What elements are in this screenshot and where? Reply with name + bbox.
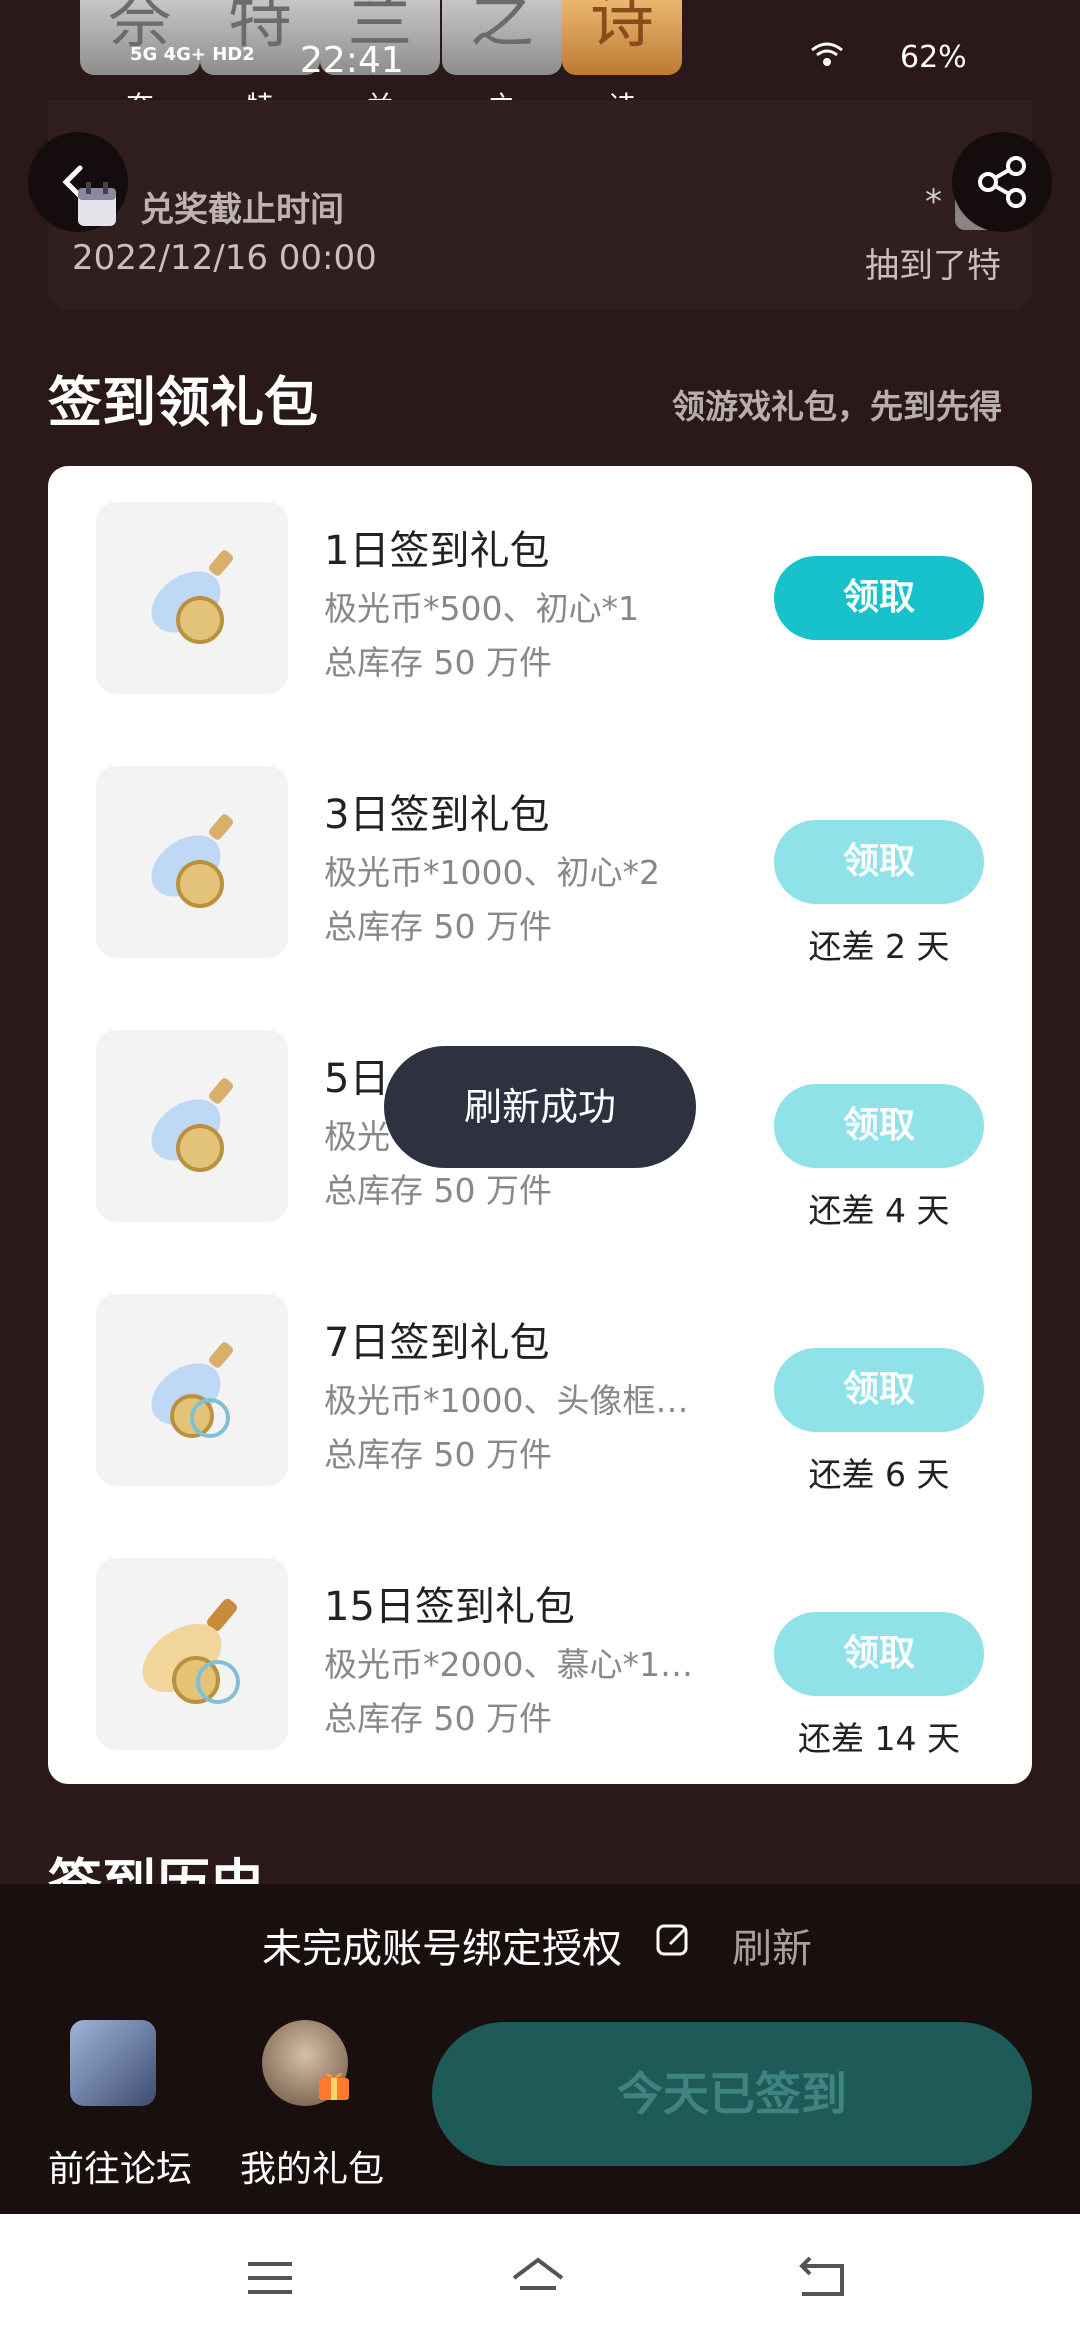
- gift-desc: 极光币*1000、头像框…: [324, 1381, 689, 1420]
- potion-coin-icon: [151, 814, 234, 908]
- claim-button[interactable]: 领取: [774, 1348, 984, 1432]
- potion-gold-icon: [142, 1598, 240, 1704]
- status-time: 22:41: [300, 40, 404, 81]
- prize-status-text: 抽到了特: [865, 246, 1001, 286]
- forum-avatar: [70, 2020, 156, 2106]
- gift-desc: 极光币*2000、慕心*1…: [324, 1645, 693, 1684]
- refresh-link[interactable]: 刷新: [732, 1916, 812, 1974]
- gift-name: 1日签到礼包: [324, 528, 550, 574]
- gift-thumbnail: [96, 1030, 288, 1222]
- home-icon[interactable]: [508, 2254, 568, 2304]
- gift-stock: 总库存 50 万件: [324, 1171, 552, 1210]
- potion-ring-icon: [151, 1342, 234, 1438]
- gift-stock: 总库存 50 万件: [324, 1699, 552, 1738]
- gift-item-4: 7日签到礼包 极光币*1000、头像框… 总库存 50 万件 领取 还差 6 天: [48, 1258, 1032, 1508]
- menu-icon[interactable]: [240, 2254, 300, 2304]
- share-icon: [978, 156, 1026, 208]
- claim-button[interactable]: 领取: [774, 1612, 984, 1696]
- gift-desc: 极光币*500、初心*1: [324, 589, 639, 628]
- gift-name: 15日签到礼包: [324, 1584, 575, 1630]
- back-nav-icon[interactable]: [792, 2254, 852, 2304]
- days-remaining: 还差 4 天: [808, 1191, 950, 1230]
- forum-label: 前往论坛: [47, 2149, 192, 2190]
- deadline-label: 兑奖截止时间: [140, 190, 344, 230]
- deadline-date: 2022/12/16 00:00: [72, 238, 377, 278]
- gift-stock: 总库存 50 万件: [324, 643, 552, 682]
- gift-thumbnail: [96, 1294, 288, 1486]
- system-navigation-bar: [0, 2214, 1080, 2340]
- prize-star: *: [925, 182, 942, 222]
- claim-button[interactable]: 领取: [774, 820, 984, 904]
- section-subtitle: 领游戏礼包，先到先得: [672, 387, 1002, 426]
- calendar-icon: [74, 180, 122, 230]
- forum-button[interactable]: 前往论坛: [40, 2020, 200, 2190]
- my-gifts-label: 我的礼包: [239, 2149, 384, 2190]
- claim-button[interactable]: 领取: [774, 556, 984, 640]
- share-button[interactable]: [952, 132, 1052, 232]
- gift-item-2: 3日签到礼包 极光币*1000、初心*2 总库存 50 万件 领取 还差 2 天: [48, 730, 1032, 980]
- my-gifts-button[interactable]: 我的礼包: [232, 2020, 392, 2190]
- claim-button[interactable]: 领取: [774, 1084, 984, 1168]
- gift-stock: 总库存 50 万件: [324, 1435, 552, 1474]
- edit-icon[interactable]: [654, 1920, 694, 1960]
- potion-coin-icon: [151, 550, 234, 644]
- gift-box-icon: [316, 2066, 352, 2106]
- gift-thumbnail: [96, 1558, 288, 1750]
- gift-item-5: 15日签到礼包 极光币*2000、慕心*1… 总库存 50 万件 领取 还差 1…: [48, 1522, 1032, 1772]
- days-remaining: 还差 6 天: [808, 1455, 950, 1494]
- account-bind-notice[interactable]: 未完成账号绑定授权: [262, 1916, 622, 1974]
- gift-stock: 总库存 50 万件: [324, 907, 552, 946]
- gift-name: 5日: [324, 1056, 390, 1102]
- gift-name: 3日签到礼包: [324, 792, 550, 838]
- toast-message: 刷新成功: [384, 1046, 696, 1168]
- gift-thumbnail: [96, 766, 288, 958]
- gift-item-1: 1日签到礼包 极光币*500、初心*1 总库存 50 万件 领取: [48, 466, 1032, 716]
- section-title: 签到领礼包: [48, 371, 318, 434]
- days-remaining: 还差 14 天: [798, 1719, 960, 1758]
- status-bar: 5G 4G+ HD2 22:41 62%: [120, 40, 1020, 81]
- days-remaining: 还差 2 天: [808, 927, 950, 966]
- history-title: 签到历史: [48, 1853, 264, 1886]
- potion-coin-icon: [151, 1078, 234, 1172]
- gift-name: 7日签到礼包: [324, 1320, 550, 1366]
- wifi-icon: [810, 40, 844, 75]
- gift-thumbnail: [96, 502, 288, 694]
- gift-desc: 极光币*1000、初心*2: [324, 853, 660, 892]
- battery-level: 62%: [900, 40, 967, 75]
- network-indicator: 5G 4G+ HD2: [130, 44, 255, 65]
- signed-in-button[interactable]: 今天已签到: [432, 2022, 1032, 2166]
